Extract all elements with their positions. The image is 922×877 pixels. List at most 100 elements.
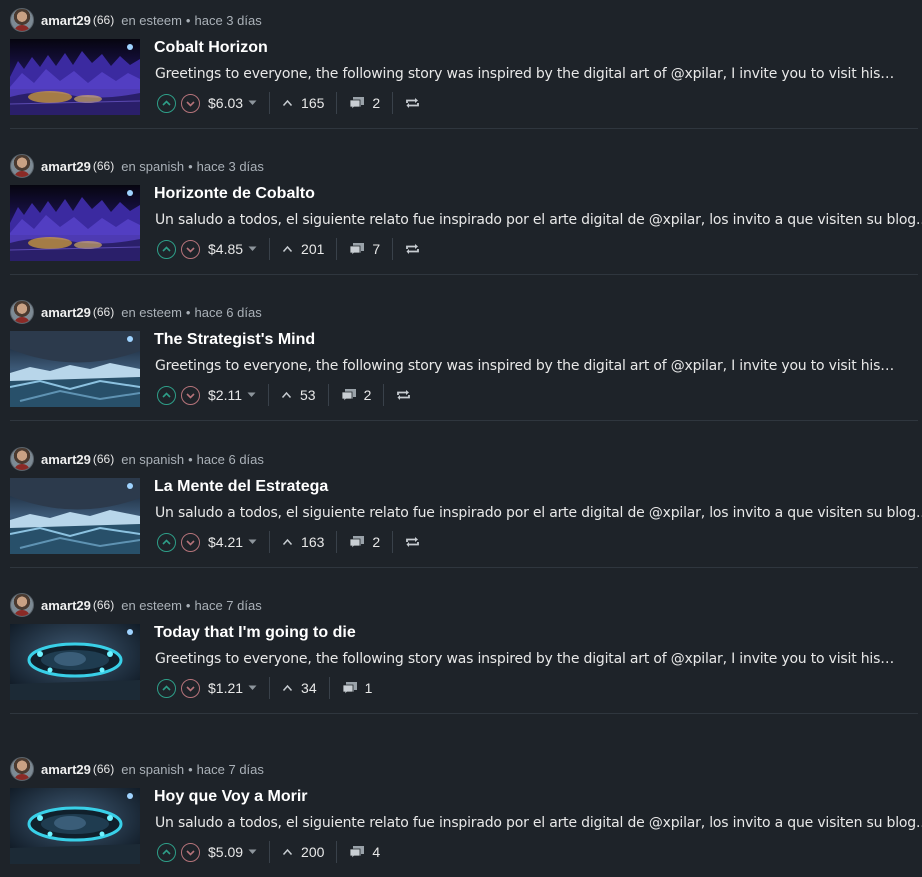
post-votes[interactable]: 163 — [282, 534, 324, 550]
upvote-button[interactable] — [157, 93, 176, 113]
author-avatar[interactable] — [10, 757, 34, 781]
action-divider — [336, 841, 338, 863]
author-name[interactable]: amart29 — [41, 598, 91, 613]
action-divider — [392, 238, 394, 260]
post-comments[interactable]: 1 — [342, 680, 372, 696]
post-community[interactable]: en spanish — [121, 159, 184, 174]
post-summary[interactable]: Greetings to everyone, the following sto… — [155, 66, 894, 82]
post-thumbnail[interactable] — [10, 331, 140, 407]
post-votes[interactable]: 34 — [282, 680, 317, 696]
author-name[interactable]: amart29 — [41, 13, 91, 28]
author-reputation: (66) — [92, 305, 115, 319]
chevron-up-icon — [162, 245, 171, 252]
action-divider — [269, 92, 271, 114]
downvote-button[interactable] — [181, 678, 200, 698]
resteem-button[interactable] — [396, 389, 411, 401]
payout-value: $4.85 — [208, 241, 244, 257]
post-thumbnail[interactable] — [10, 39, 140, 115]
downvote-button[interactable] — [181, 385, 200, 405]
meta-separator: • — [185, 304, 191, 320]
post-payout[interactable]: $6.03 — [208, 95, 257, 111]
upvote-button[interactable] — [157, 678, 176, 698]
post-payout[interactable]: $4.85 — [208, 241, 257, 257]
chevron-down-icon — [186, 392, 195, 399]
author-name[interactable]: amart29 — [41, 762, 91, 777]
author-avatar[interactable] — [10, 154, 34, 178]
post-comments[interactable]: 2 — [349, 95, 380, 111]
post-title[interactable]: Hoy que Voy a Morir — [154, 788, 308, 806]
post-votes[interactable]: 200 — [282, 844, 324, 860]
post-community[interactable]: en spanish — [121, 452, 184, 467]
chevron-up-icon — [281, 391, 292, 398]
action-divider — [327, 384, 329, 406]
post-community[interactable]: en spanish — [121, 762, 184, 777]
upvote-button[interactable] — [157, 842, 176, 862]
post-payout[interactable]: $4.21 — [208, 534, 257, 550]
post-title[interactable]: Today that I'm going to die — [154, 624, 356, 642]
post-payout[interactable]: $2.11 — [208, 387, 256, 403]
post-title[interactable]: Cobalt Horizon — [154, 39, 268, 57]
post-actions: $4.85 201 7 — [157, 238, 420, 260]
comments-icon — [350, 97, 365, 110]
resteem-button[interactable] — [405, 536, 420, 548]
upvote-button[interactable] — [157, 385, 176, 405]
post-summary[interactable]: Un saludo a todos, el siguiente relato f… — [155, 212, 922, 228]
post-title[interactable]: The Strategist's Mind — [154, 331, 315, 349]
post-payout[interactable]: $5.09 — [208, 844, 257, 860]
comments-icon — [341, 389, 356, 402]
chevron-up-icon — [162, 848, 171, 855]
downvote-button[interactable] — [181, 93, 200, 113]
post-thumbnail[interactable] — [10, 624, 140, 700]
author-avatar[interactable] — [10, 8, 34, 32]
resteem-button[interactable] — [405, 97, 420, 109]
post-time: hace 6 días — [194, 304, 262, 320]
comments-count: 4 — [372, 844, 381, 860]
post-comments[interactable]: 2 — [349, 534, 380, 550]
post-community[interactable]: en esteem — [121, 13, 182, 28]
post-comments[interactable]: 4 — [349, 844, 380, 860]
author-avatar[interactable] — [10, 593, 34, 617]
post-summary[interactable]: Greetings to everyone, the following sto… — [155, 358, 894, 374]
post-comments[interactable]: 7 — [349, 241, 380, 257]
chevron-up-icon — [162, 684, 171, 691]
downvote-button[interactable] — [181, 532, 200, 552]
author-name[interactable]: amart29 — [41, 305, 91, 320]
downvote-button[interactable] — [181, 239, 200, 259]
post-divider — [10, 567, 918, 568]
resteem-button[interactable] — [405, 243, 420, 255]
post-thumbnail[interactable] — [10, 788, 140, 864]
post-community[interactable]: en esteem — [121, 305, 182, 320]
post-votes[interactable]: 201 — [282, 241, 324, 257]
post-actions: $4.21 163 2 — [157, 531, 420, 553]
post-summary[interactable]: Un saludo a todos, el siguiente relato f… — [155, 505, 922, 521]
post-votes[interactable]: 53 — [281, 387, 316, 403]
resteem-icon — [397, 390, 411, 400]
post-title[interactable]: La Mente del Estratega — [154, 478, 328, 496]
author-avatar[interactable] — [10, 447, 34, 471]
author-name[interactable]: amart29 — [41, 452, 91, 467]
post-time: hace 7 días — [196, 761, 264, 777]
votes-count: 34 — [301, 680, 317, 696]
upvote-button[interactable] — [157, 532, 176, 552]
post-comments[interactable]: 2 — [341, 387, 371, 403]
post-meta: amart29 (66) en esteem • hace 6 días — [10, 300, 262, 324]
post-votes[interactable]: 165 — [282, 95, 324, 111]
action-divider — [269, 531, 271, 553]
post-summary[interactable]: Greetings to everyone, the following sto… — [155, 651, 894, 667]
post-divider — [10, 274, 918, 275]
author-name[interactable]: amart29 — [41, 159, 91, 174]
post-payout[interactable]: $1.21 — [208, 680, 257, 696]
comments-count: 7 — [372, 241, 381, 257]
post-time: hace 6 días — [196, 451, 264, 467]
comments-icon — [350, 846, 365, 859]
downvote-button[interactable] — [181, 842, 200, 862]
upvote-button[interactable] — [157, 239, 176, 259]
post-thumbnail[interactable] — [10, 478, 140, 554]
author-avatar[interactable] — [10, 300, 34, 324]
post-time: hace 3 días — [194, 12, 262, 28]
post-thumbnail[interactable] — [10, 185, 140, 261]
post-title[interactable]: Horizonte de Cobalto — [154, 185, 315, 203]
post-summary[interactable]: Un saludo a todos, el siguiente relato f… — [155, 815, 922, 831]
caret-down-icon — [248, 685, 257, 690]
post-community[interactable]: en esteem — [121, 598, 182, 613]
